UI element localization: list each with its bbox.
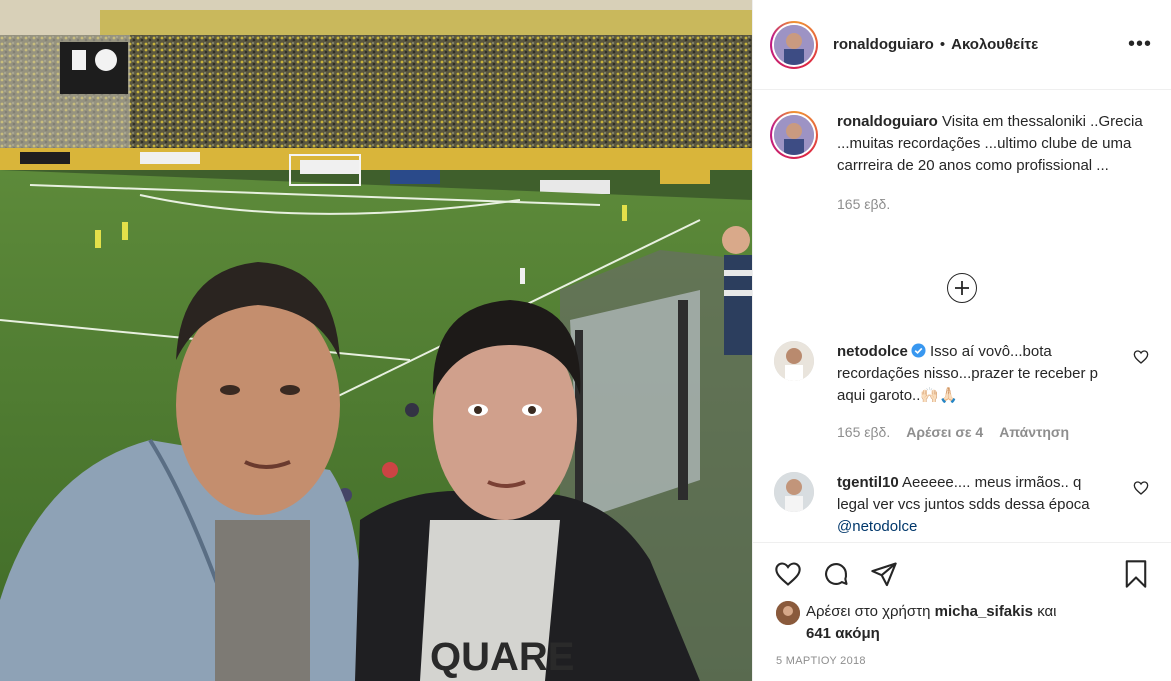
liker-avatar[interactable] — [776, 601, 800, 625]
caption-username[interactable]: ronaldoguiaro — [837, 113, 938, 130]
comment-like-button[interactable] — [1133, 480, 1149, 501]
heart-icon — [1133, 481, 1149, 495]
commenter-avatar[interactable] — [774, 341, 814, 381]
reply-button[interactable]: Απάντηση — [999, 421, 1069, 443]
caption-avatar-image — [774, 115, 814, 155]
author-username[interactable]: ronaldoguiaro — [833, 36, 934, 53]
share-icon — [871, 562, 897, 587]
author-avatar[interactable] — [770, 20, 818, 69]
heart-icon — [1133, 350, 1149, 364]
post-photo[interactable]: QUARE — [0, 0, 752, 681]
comment-icon — [825, 563, 848, 585]
comment-item: tgentil10 Aeeeee.... meus irmãos.. q leg… — [774, 472, 1154, 538]
likes-prefix: Αρέσει στο χρήστη — [806, 603, 931, 620]
caption-time[interactable]: 165 εβδ. — [837, 193, 1147, 215]
author-avatar-image — [774, 24, 814, 65]
verified-icon — [911, 343, 926, 358]
bookmark-icon — [1125, 560, 1147, 588]
save-button[interactable] — [1122, 559, 1152, 589]
post-date[interactable]: 5 ΜΑΡΤΙΟΥ 2018 — [776, 655, 866, 667]
likes-conjunction: και — [1037, 603, 1057, 620]
comment-meta: 165 εβδ. Αρέσει σε 4 Απάντηση — [837, 421, 1107, 443]
comment-likes-link[interactable]: Αρέσει σε 4 — [906, 421, 983, 443]
commenter-avatar[interactable] — [774, 472, 814, 512]
load-more-comments-button[interactable] — [947, 273, 977, 303]
post-caption: ronaldoguiaro Visita em thessaloniki ..G… — [770, 111, 1160, 215]
follow-status-button[interactable]: Ακολουθείτε — [951, 36, 1038, 53]
action-bar — [773, 559, 899, 589]
comment-button[interactable] — [821, 559, 851, 589]
comment-time[interactable]: 165 εβδ. — [837, 421, 890, 443]
comment-like-button[interactable] — [1133, 349, 1149, 370]
comment-body: netodolce Isso aí vovô...bota recordaçõe… — [837, 341, 1107, 443]
commenter-username[interactable]: tgentil10 — [837, 474, 899, 491]
comment-body: tgentil10 Aeeeee.... meus irmãos.. q leg… — [837, 472, 1107, 538]
post-actions-area: Αρέσει στο χρήστη micha_sifakis και 641 … — [753, 542, 1171, 681]
commenter-username[interactable]: netodolce — [837, 343, 908, 360]
mention-link[interactable]: @netodolce — [837, 518, 917, 535]
likes-summary: Αρέσει στο χρήστη micha_sifakis και 641 … — [776, 601, 1146, 645]
comment-item: netodolce Isso aí vovô...bota recordaçõe… — [774, 341, 1154, 443]
svg-text:QUARE: QUARE — [430, 635, 574, 679]
separator-dot: • — [939, 36, 946, 53]
heart-icon — [775, 562, 801, 586]
caption-text-block: ronaldoguiaro Visita em thessaloniki ..G… — [837, 111, 1147, 215]
more-icon: ••• — [1127, 33, 1152, 55]
likes-count-link[interactable]: 641 ακόμη — [806, 625, 880, 642]
post-header: ronaldoguiaro • Ακολουθείτε ••• — [753, 0, 1171, 90]
likes-text: Αρέσει στο χρήστη micha_sifakis και 641 … — [806, 601, 1057, 645]
like-button[interactable] — [773, 559, 803, 589]
more-options-button[interactable]: ••• — [1128, 34, 1152, 54]
comments-section[interactable]: ronaldoguiaro Visita em thessaloniki ..G… — [753, 91, 1171, 541]
stadium-selfie-image: QUARE — [0, 0, 752, 681]
commenter-avatar-image — [774, 472, 814, 512]
liker-avatar-image — [776, 601, 800, 625]
commenter-avatar-image — [774, 341, 814, 381]
share-button[interactable] — [869, 559, 899, 589]
liker-username[interactable]: micha_sifakis — [935, 603, 1033, 620]
caption-avatar[interactable] — [770, 111, 818, 159]
post-details-panel: ronaldoguiaro • Ακολουθείτε ••• ronaldog… — [752, 0, 1171, 681]
add-circle-icon — [955, 281, 969, 295]
